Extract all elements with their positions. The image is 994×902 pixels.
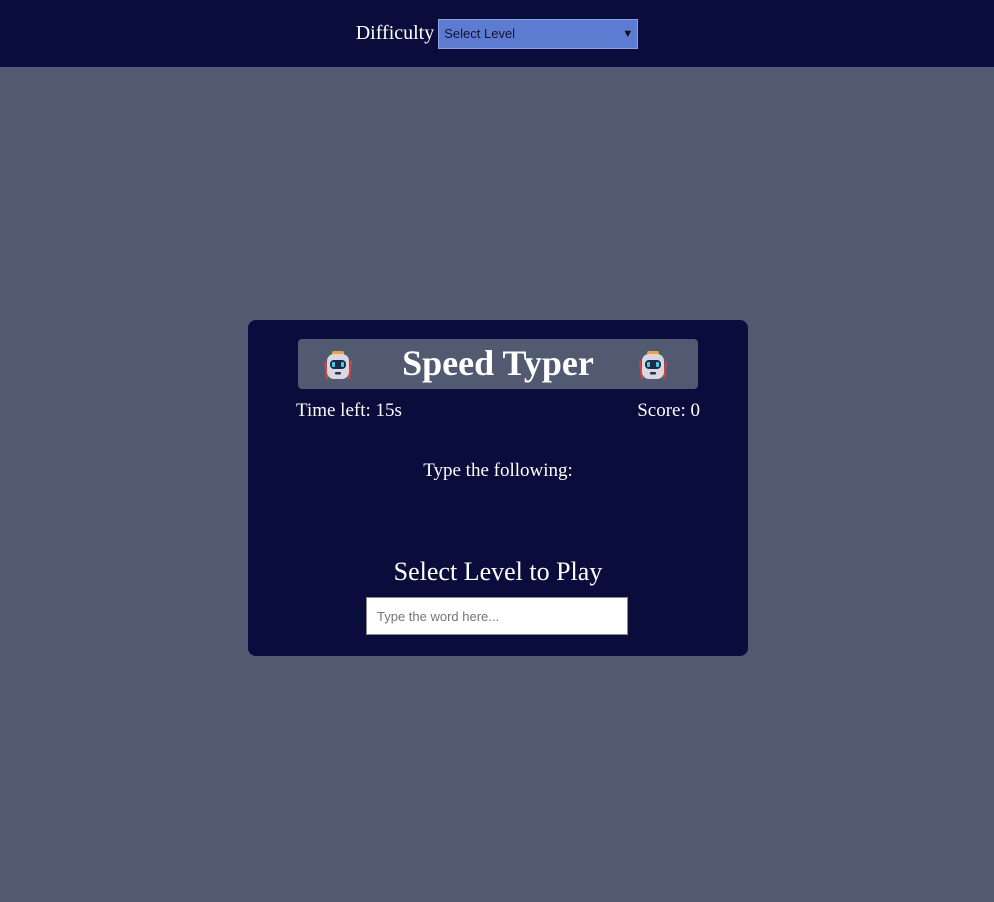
word-input[interactable] — [366, 597, 628, 635]
robot-icon — [639, 351, 667, 380]
game-panel: Speed Typer Time left: 15s Score: 0 Type… — [248, 320, 748, 656]
top-bar: Difficulty Select Level ▼ — [0, 0, 994, 67]
time-left: Time left: 15s — [296, 400, 402, 421]
score: Score: 0 — [637, 400, 700, 421]
title-banner: Speed Typer — [298, 339, 698, 389]
difficulty-selected-value: Select Level — [444, 26, 516, 41]
difficulty-select[interactable]: Select Level ▼ — [438, 18, 639, 49]
chevron-down-icon: ▼ — [622, 27, 634, 40]
difficulty-label: Difficulty — [355, 22, 435, 44]
target-word: Select Level to Play — [393, 557, 603, 586]
stats-row: Time left: 15s Score: 0 — [296, 400, 700, 422]
prompt-text: Type the following: — [423, 460, 573, 481]
